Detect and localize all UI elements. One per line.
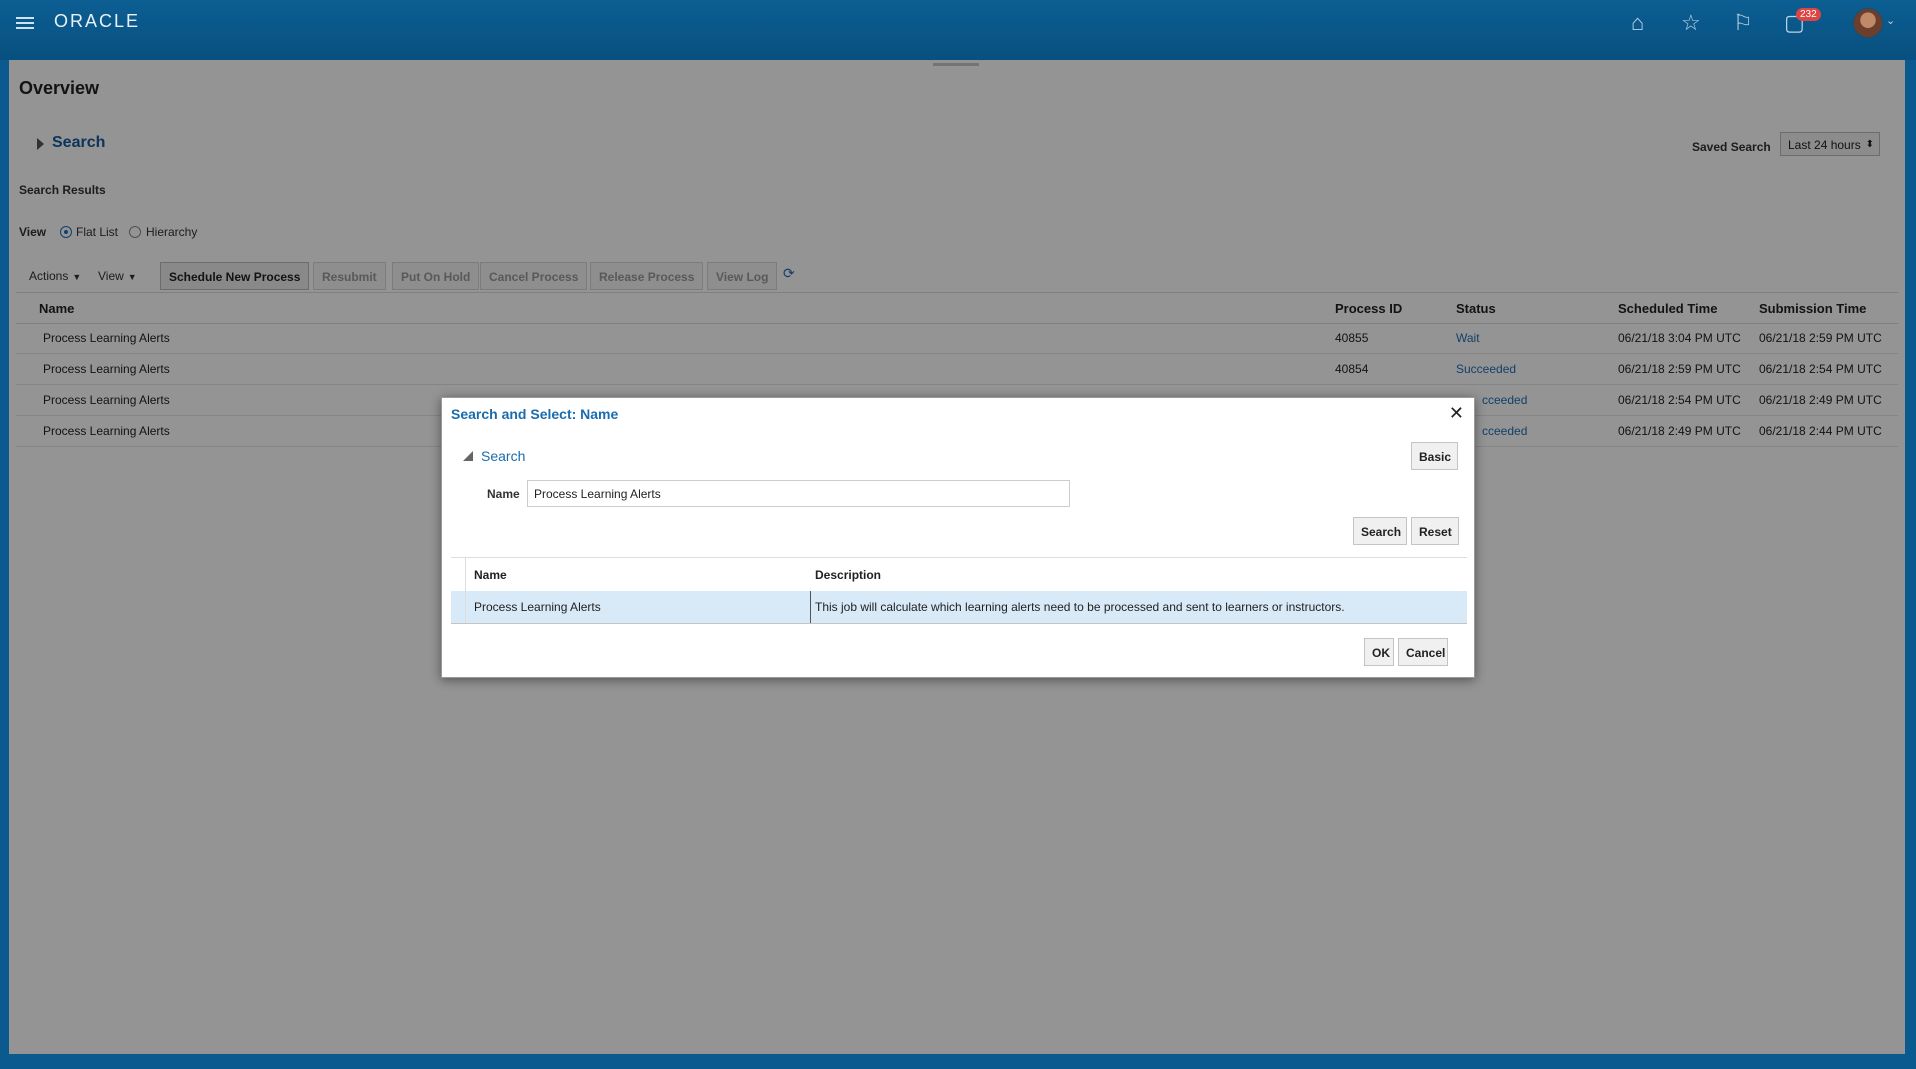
notification-badge: 232 (1796, 8, 1821, 21)
column-header-name[interactable]: Name (474, 568, 507, 582)
name-input[interactable] (527, 480, 1070, 507)
chevron-down-icon[interactable]: ⌄ (1886, 14, 1895, 27)
search-button[interactable]: Search (1353, 517, 1407, 545)
column-header-description[interactable]: Description (815, 568, 881, 582)
home-icon[interactable]: ⌂ (1631, 12, 1644, 34)
collapse-triangle-icon[interactable] (463, 451, 473, 461)
reset-button[interactable]: Reset (1411, 517, 1459, 545)
column-divider[interactable] (810, 591, 811, 623)
close-icon[interactable]: ✕ (1449, 403, 1464, 424)
search-results-table: Name Description Process Learning Alerts… (451, 557, 1467, 626)
selected-result-row[interactable]: Process Learning Alerts This job will ca… (451, 591, 1467, 624)
search-select-dialog: Search and Select: Name ✕ Search Basic N… (441, 397, 1475, 678)
row-selector-column (451, 557, 466, 623)
ok-button[interactable]: OK (1364, 638, 1394, 666)
cancel-button[interactable]: Cancel (1398, 638, 1448, 666)
table-header: Name Description (451, 557, 1467, 593)
result-description: This job will calculate which learning a… (815, 600, 1345, 614)
basic-button[interactable]: Basic (1411, 442, 1458, 470)
global-header: ORACLE ⌂ ☆ ⚐ ▢ 232 ⌄ (0, 0, 1916, 60)
star-icon[interactable]: ☆ (1681, 12, 1701, 34)
result-name: Process Learning Alerts (474, 600, 601, 614)
flag-icon[interactable]: ⚐ (1733, 12, 1753, 34)
name-field-label: Name (487, 487, 520, 501)
hamburger-menu-icon[interactable] (16, 14, 34, 30)
dialog-title: Search and Select: Name (451, 406, 619, 422)
avatar[interactable] (1853, 8, 1883, 38)
oracle-logo[interactable]: ORACLE (54, 11, 140, 32)
dialog-search-toggle[interactable]: Search (481, 448, 525, 464)
